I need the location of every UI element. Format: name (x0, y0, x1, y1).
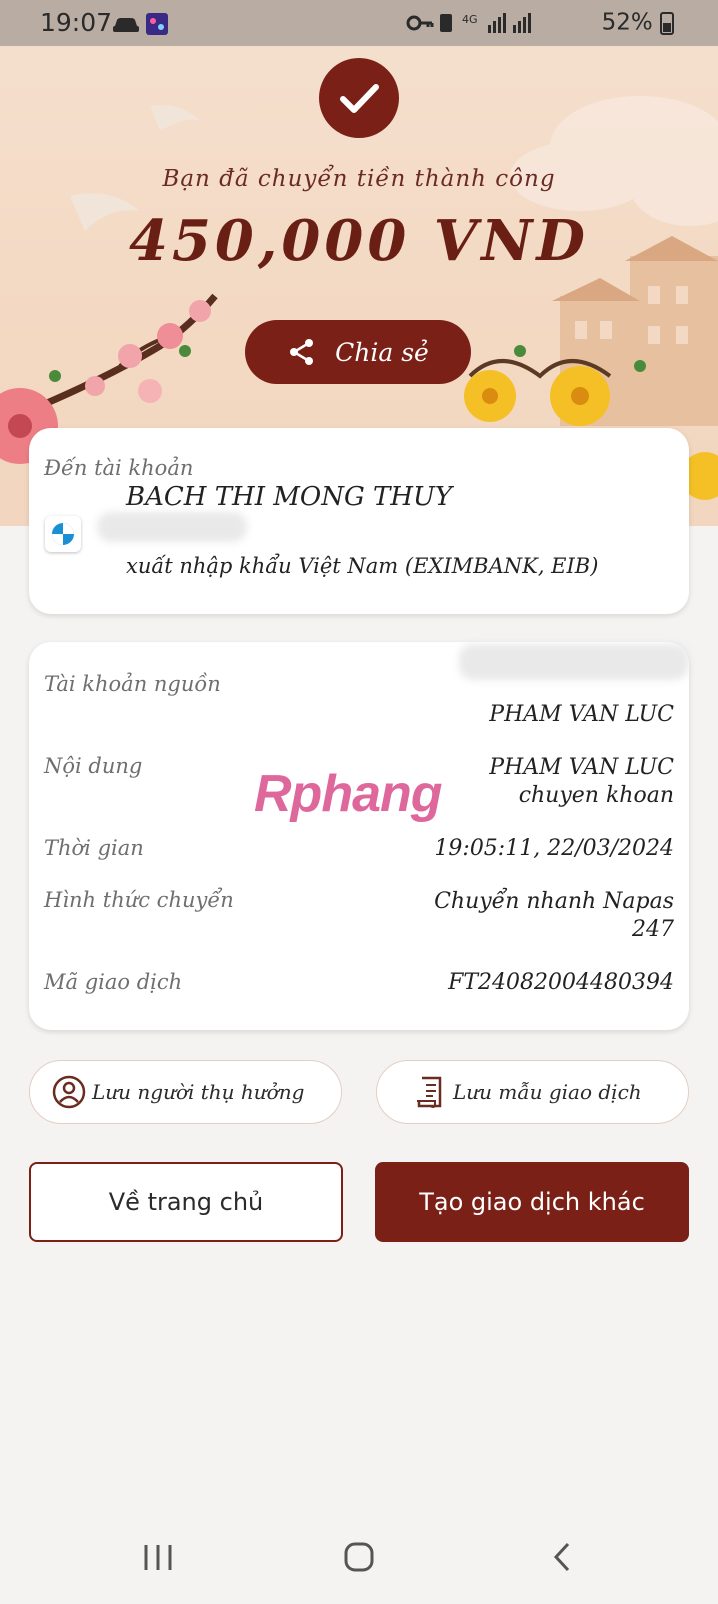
save-template-label: Lưu mẫu giao dịch (453, 1080, 642, 1104)
home-label: Về trang chủ (108, 1188, 264, 1216)
transaction-details-card: Tài khoản nguồn PHAM VAN LUC Nội dung PH… (29, 642, 689, 1030)
network-type: 4G (462, 13, 478, 26)
car-icon (113, 13, 168, 35)
user-circle-icon (52, 1075, 86, 1109)
recipient-section-label: Đến tài khoản (44, 456, 194, 480)
checkmark-icon (340, 84, 379, 113)
battery-icon (660, 12, 674, 35)
detail-label: Nội dung (44, 754, 143, 778)
save-template-button[interactable]: Lưu mẫu giao dịch (376, 1060, 689, 1124)
share-button[interactable]: Chia sẻ (245, 320, 471, 384)
detail-row-time: Thời gian 19:05:11, 22/03/2024 (44, 836, 674, 866)
recipient-card: Đến tài khoản BACH THI MONG THUY xuất nh… (29, 428, 689, 614)
success-message: Bạn đã chuyển tiền thành công (162, 166, 556, 192)
document-icon (417, 1076, 442, 1108)
transfer-amount: 450,000 VND (129, 208, 589, 274)
detail-label: Hình thức chuyển (44, 888, 234, 912)
eximbank-logo-icon (52, 523, 74, 545)
system-navigation-bar (0, 1510, 718, 1600)
recent-apps-icon[interactable] (144, 1545, 172, 1570)
detail-row-source-account: Tài khoản nguồn PHAM VAN LUC (44, 672, 674, 732)
back-icon[interactable] (553, 1542, 570, 1572)
status-bar: 19:07 4G 52% (0, 0, 718, 46)
save-beneficiary-label: Lưu người thụ hưởng (92, 1080, 305, 1104)
detail-label: Tài khoản nguồn (44, 672, 221, 696)
signal-icon (488, 13, 532, 33)
share-label: Chia sẻ (335, 337, 429, 367)
status-left-icons (112, 11, 172, 41)
detail-row-transaction-id: Mã giao dịch FT24082004480394 (44, 970, 674, 1000)
bank-logo (45, 516, 81, 552)
redacted-account-number (97, 512, 247, 542)
save-beneficiary-button[interactable]: Lưu người thụ hưởng (29, 1060, 342, 1124)
battery-percent: 52% (601, 9, 653, 36)
detail-value: PHAM VAN LUC chuyen khoan (489, 755, 674, 808)
recipient-bank: xuất nhập khẩu Việt Nam (EXIMBANK, EIB) (126, 554, 599, 578)
detail-value: FT24082004480394 (448, 970, 674, 995)
new-transaction-label: Tạo giao dịch khác (419, 1188, 645, 1216)
detail-label: Mã giao dịch (44, 970, 183, 994)
watermark: Rphang (254, 765, 443, 823)
key-icon (406, 15, 434, 31)
recipient-name: BACH THI MONG THUY (126, 482, 453, 512)
status-right-icons: 4G 52% (406, 9, 674, 37)
detail-value: PHAM VAN LUC (489, 702, 674, 727)
new-transaction-button[interactable]: Tạo giao dịch khác (375, 1162, 689, 1242)
home-button[interactable]: Về trang chủ (29, 1162, 343, 1242)
home-nav-icon[interactable] (344, 1542, 374, 1572)
share-icon (290, 339, 314, 365)
detail-label: Thời gian (44, 836, 144, 860)
cloud-decoration (510, 96, 718, 226)
detail-value: Chuyển nhanh Napas 247 (434, 889, 674, 942)
success-check-badge (319, 58, 399, 138)
detail-value: 19:05:11, 22/03/2024 (434, 836, 674, 861)
status-time: 19:07 (40, 8, 113, 37)
sim-icon (440, 14, 453, 32)
detail-row-transfer-method: Hình thức chuyển Chuyển nhanh Napas 247 (44, 888, 674, 948)
